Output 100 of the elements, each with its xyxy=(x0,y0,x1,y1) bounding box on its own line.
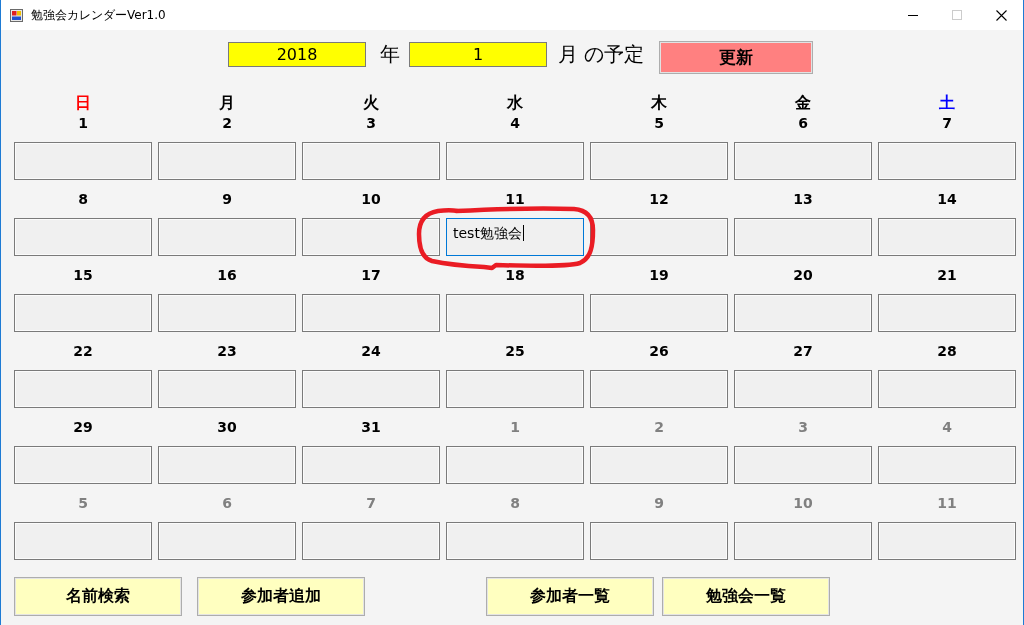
schedule-field[interactable] xyxy=(878,446,1016,484)
weekday-label: 土 xyxy=(939,93,955,113)
date-label: 4 xyxy=(510,114,520,133)
schedule-field[interactable] xyxy=(446,294,584,332)
date-label: 17 xyxy=(361,266,381,285)
month-label: 月 の予定 xyxy=(558,41,645,67)
date-label: 3 xyxy=(798,418,808,437)
schedule-field[interactable] xyxy=(734,522,872,560)
date-label: 21 xyxy=(937,266,957,285)
date-label: 28 xyxy=(937,342,957,361)
action-button[interactable]: 名前検索 xyxy=(14,577,182,616)
date-label: 3 xyxy=(366,114,376,133)
schedule-field[interactable]: test勉強会 xyxy=(446,218,584,256)
schedule-field[interactable] xyxy=(302,142,440,180)
date-label: 20 xyxy=(793,266,813,285)
weekday-label: 木 xyxy=(651,93,667,113)
date-label: 22 xyxy=(73,342,93,361)
date-label: 1 xyxy=(78,114,88,133)
schedule-field[interactable] xyxy=(734,294,872,332)
year-label: 年 xyxy=(380,41,400,67)
schedule-field[interactable] xyxy=(590,446,728,484)
schedule-field[interactable] xyxy=(158,294,296,332)
date-label: 27 xyxy=(793,342,813,361)
date-label: 23 xyxy=(217,342,237,361)
schedule-field[interactable] xyxy=(302,522,440,560)
schedule-field[interactable] xyxy=(590,218,728,256)
schedule-field[interactable] xyxy=(734,218,872,256)
window-title: 勉強会カレンダーVer1.0 xyxy=(31,6,166,24)
date-label: 19 xyxy=(649,266,669,285)
date-label: 16 xyxy=(217,266,237,285)
schedule-field[interactable] xyxy=(590,370,728,408)
date-label: 30 xyxy=(217,418,237,437)
date-label: 7 xyxy=(942,114,952,133)
schedule-field[interactable] xyxy=(446,142,584,180)
schedule-field[interactable] xyxy=(14,142,152,180)
year-field[interactable]: 2018 xyxy=(228,42,366,67)
schedule-field[interactable] xyxy=(878,370,1016,408)
schedule-field[interactable] xyxy=(14,522,152,560)
schedule-field[interactable] xyxy=(158,522,296,560)
schedule-field[interactable] xyxy=(158,218,296,256)
date-label: 13 xyxy=(793,190,813,209)
weekday-label: 水 xyxy=(507,93,523,113)
date-label: 18 xyxy=(505,266,525,285)
schedule-field[interactable] xyxy=(302,218,440,256)
date-label: 26 xyxy=(649,342,669,361)
schedule-field[interactable] xyxy=(446,370,584,408)
schedule-field[interactable] xyxy=(878,294,1016,332)
date-label: 2 xyxy=(222,114,232,133)
app-icon xyxy=(10,8,23,22)
action-button[interactable]: 参加者追加 xyxy=(197,577,365,616)
date-label: 15 xyxy=(73,266,93,285)
schedule-field[interactable] xyxy=(446,446,584,484)
date-label: 11 xyxy=(937,494,957,513)
schedule-field[interactable] xyxy=(302,446,440,484)
date-label: 2 xyxy=(654,418,664,437)
date-label: 12 xyxy=(649,190,669,209)
schedule-field[interactable] xyxy=(446,522,584,560)
weekday-label: 日 xyxy=(75,93,91,113)
schedule-field[interactable] xyxy=(878,142,1016,180)
date-label: 6 xyxy=(222,494,232,513)
month-field[interactable]: 1 xyxy=(409,42,547,67)
schedule-field[interactable] xyxy=(590,522,728,560)
date-label: 8 xyxy=(78,190,88,209)
date-label: 29 xyxy=(73,418,93,437)
weekday-label: 月 xyxy=(219,93,235,113)
schedule-field[interactable] xyxy=(734,446,872,484)
schedule-field[interactable] xyxy=(590,294,728,332)
date-label: 5 xyxy=(78,494,88,513)
date-label: 10 xyxy=(793,494,813,513)
date-label: 31 xyxy=(361,418,381,437)
date-label: 24 xyxy=(361,342,381,361)
schedule-field[interactable] xyxy=(14,370,152,408)
date-label: 1 xyxy=(510,418,520,437)
action-button[interactable]: 参加者一覧 xyxy=(486,577,654,616)
schedule-field[interactable] xyxy=(302,294,440,332)
date-label: 6 xyxy=(798,114,808,133)
schedule-field[interactable] xyxy=(302,370,440,408)
weekday-label: 火 xyxy=(363,93,379,113)
schedule-field[interactable] xyxy=(14,446,152,484)
date-label: 9 xyxy=(654,494,664,513)
date-label: 5 xyxy=(654,114,664,133)
action-button[interactable]: 勉強会一覧 xyxy=(662,577,830,616)
schedule-field[interactable] xyxy=(734,370,872,408)
update-button[interactable]: 更新 xyxy=(659,41,814,74)
schedule-field[interactable] xyxy=(878,522,1016,560)
schedule-field[interactable] xyxy=(878,218,1016,256)
schedule-field[interactable] xyxy=(14,294,152,332)
date-label: 9 xyxy=(222,190,232,209)
date-label: 10 xyxy=(361,190,381,209)
schedule-field[interactable] xyxy=(734,142,872,180)
date-label: 11 xyxy=(505,190,525,209)
schedule-field[interactable] xyxy=(158,142,296,180)
schedule-field[interactable] xyxy=(158,446,296,484)
schedule-field[interactable] xyxy=(14,218,152,256)
date-label: 14 xyxy=(937,190,957,209)
date-label: 4 xyxy=(942,418,952,437)
weekday-label: 金 xyxy=(795,93,811,113)
schedule-field[interactable] xyxy=(590,142,728,180)
schedule-field[interactable] xyxy=(158,370,296,408)
date-label: 7 xyxy=(366,494,376,513)
